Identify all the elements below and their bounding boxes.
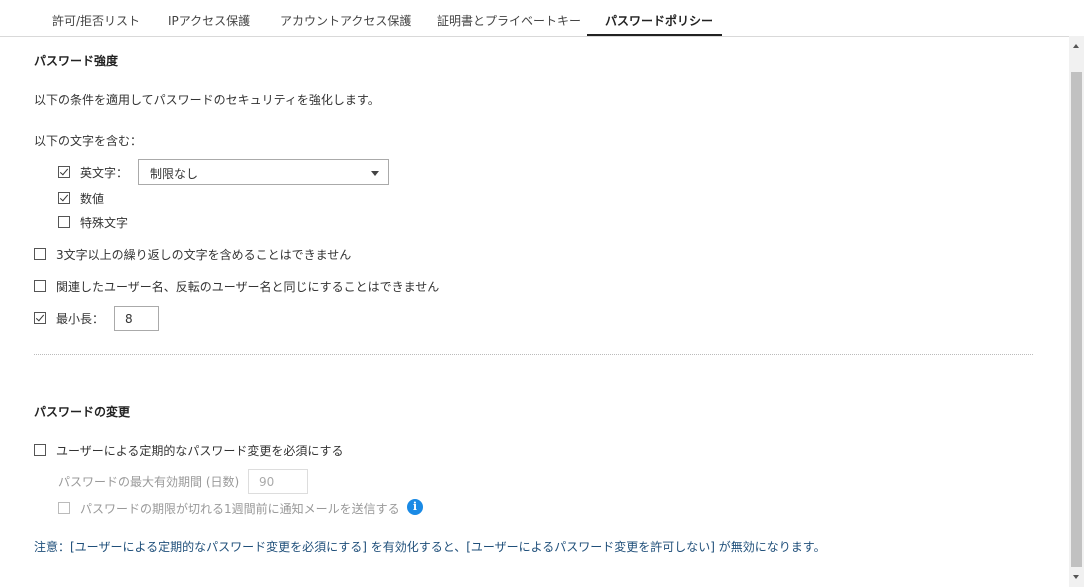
- max-validity-label: パスワードの最大有効期間 (日数): [58, 475, 240, 489]
- scroll-thumb[interactable]: [1071, 72, 1082, 567]
- tab-password-policy[interactable]: パスワードポリシー: [587, 12, 722, 36]
- letters-checkbox[interactable]: [58, 166, 70, 178]
- no-repeat-label: 3文字以上の繰り返しの文字を含めることはできません: [56, 248, 352, 262]
- password-strength-heading: パスワード強度: [34, 54, 119, 68]
- note-text: 注意：[ユーザーによる定期的なパスワード変更を必須にする] を有効化すると、[ユ…: [34, 540, 826, 554]
- max-validity-input[interactable]: 90: [248, 469, 308, 494]
- require-periodic-change-checkbox[interactable]: [34, 444, 46, 456]
- password-change-heading: パスワードの変更: [34, 405, 131, 419]
- letters-select-value: 制限なし: [150, 167, 199, 181]
- include-characters-label: 以下の文字を含む：: [34, 134, 143, 148]
- min-length-checkbox[interactable]: [34, 312, 46, 324]
- tab-ip-access-protection[interactable]: IPアクセス保護: [168, 12, 250, 36]
- scroll-down-icon[interactable]: [1073, 575, 1079, 579]
- tab-account-access-protection[interactable]: アカウントアクセス保護: [280, 12, 411, 36]
- strength-description: 以下の条件を適用してパスワードのセキュリティを強化します。: [34, 93, 380, 107]
- require-periodic-change-label: ユーザーによる定期的なパスワード変更を必須にする: [56, 444, 344, 458]
- no-repeat-checkbox[interactable]: [34, 248, 46, 260]
- tab-bar: 許可/拒否リスト IPアクセス保護 アカウントアクセス保護 証明書とプライベート…: [0, 0, 1084, 37]
- info-icon[interactable]: i: [407, 499, 423, 515]
- special-chars-label: 特殊文字: [80, 216, 129, 230]
- letters-label: 英文字：: [80, 166, 129, 180]
- digits-checkbox[interactable]: [58, 192, 70, 204]
- chevron-down-icon: [371, 171, 379, 176]
- notify-email-checkbox[interactable]: [58, 502, 70, 514]
- notify-email-label: パスワードの期限が切れる1週間前に通知メールを送信する: [80, 502, 400, 516]
- digits-label: 数値: [80, 192, 105, 206]
- min-length-input[interactable]: 8: [114, 306, 159, 331]
- scroll-up-icon[interactable]: [1073, 44, 1079, 48]
- min-length-label: 最小長：: [56, 312, 105, 326]
- tab-certificate-private-key[interactable]: 証明書とプライベートキー: [437, 12, 581, 36]
- letters-select[interactable]: 制限なし: [138, 159, 389, 185]
- password-policy-panel: パスワード強度 以下の条件を適用してパスワードのセキュリティを強化します。 以下…: [0, 36, 1069, 587]
- section-divider: [34, 354, 1033, 355]
- vertical-scrollbar[interactable]: [1069, 36, 1084, 587]
- no-username-label: 関連したユーザー名、反転のユーザー名と同じにすることはできません: [56, 280, 440, 294]
- tab-allow-deny-list[interactable]: 許可/拒否リスト: [52, 12, 140, 36]
- no-username-checkbox[interactable]: [34, 280, 46, 292]
- special-chars-checkbox[interactable]: [58, 216, 70, 228]
